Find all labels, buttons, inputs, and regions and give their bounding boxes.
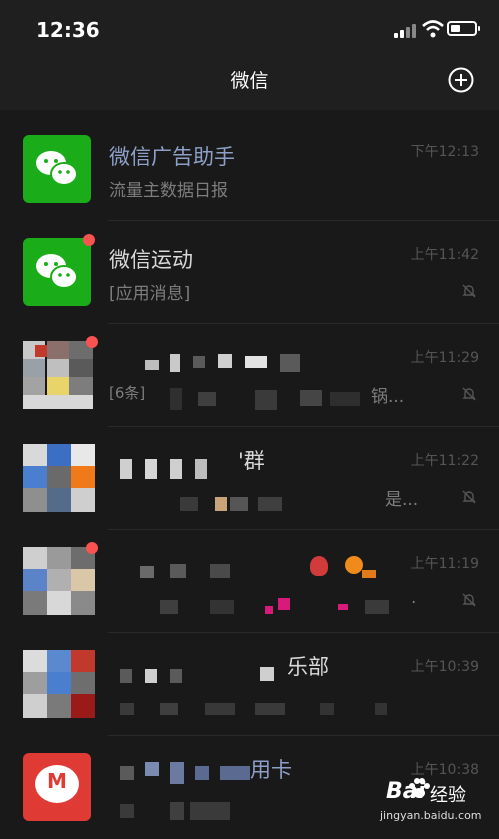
mute-bell-icon (462, 284, 476, 298)
watermark-logo-cn: 经验 (430, 785, 466, 806)
group-avatar (23, 341, 98, 411)
nav-bar: 微信 (0, 60, 499, 110)
mute-bell-icon (462, 387, 476, 401)
group-avatar (23, 650, 98, 720)
chat-name-fragment: 乐部 (287, 655, 329, 679)
chat-time: 上午11:22 (410, 453, 479, 469)
baidu-jingyan-watermark: Bai 经验 jingyan.baidu.com (370, 775, 495, 827)
add-button[interactable] (447, 66, 475, 94)
chat-time: 下午12:13 (410, 144, 479, 160)
chat-message: 流量主数据日报 (109, 181, 228, 201)
bank-logo-avatar: M (23, 753, 91, 821)
chat-message-tail: 是... (385, 490, 419, 510)
group-avatar (23, 547, 98, 617)
chat-time: 上午11:42 (410, 247, 479, 263)
battery-icon (447, 21, 480, 36)
chat-row-wechat-ad-assistant[interactable]: 微信广告助手 流量主数据日报 下午12:13 (0, 118, 499, 221)
chat-message: [应用消息] (109, 284, 191, 304)
chat-name: 微信广告助手 (109, 145, 235, 169)
chat-row-group-4[interactable]: 乐部 上午10:39 (0, 633, 499, 736)
group-avatar (23, 444, 98, 514)
status-time: 12:36 (36, 18, 100, 42)
status-bar: 12:36 (0, 0, 499, 60)
mute-bell-icon (462, 490, 476, 504)
chat-row-group-2[interactable]: '群 是... 上午11:22 (0, 427, 499, 530)
mute-bell-icon (462, 593, 476, 607)
chat-name-fragment: 用卡 (250, 758, 292, 782)
unread-dot (86, 542, 98, 554)
wifi-icon (422, 20, 444, 38)
chat-time: 上午11:19 (410, 556, 479, 572)
unread-dot (86, 336, 98, 348)
chat-message-tail: . (411, 588, 417, 608)
wechat-logo-icon (36, 151, 78, 186)
chat-time: 上午11:29 (410, 350, 479, 366)
chat-name-fragment: '群 (238, 449, 265, 473)
chat-name: 微信运动 (109, 248, 193, 272)
chat-message-tail: 锅... (371, 387, 405, 407)
unread-dot (83, 234, 95, 246)
watermark-logo: Bai (386, 779, 426, 804)
chat-row-wechat-sports[interactable]: 微信运动 [应用消息] 上午11:42 (0, 221, 499, 324)
chat-row-group-1[interactable]: [6条] 锅... 上午11:29 (0, 324, 499, 427)
chat-time: 上午10:39 (410, 659, 479, 675)
chat-message-fragment: [6条] (109, 384, 146, 402)
cellular-signal-icon (394, 22, 418, 38)
wechat-logo-avatar (23, 135, 91, 203)
wechat-logo-avatar (23, 238, 91, 306)
watermark-url: jingyan.baidu.com (380, 809, 482, 822)
page-title: 微信 (230, 70, 269, 92)
wechat-logo-icon (36, 254, 78, 289)
chat-list: 微信广告助手 流量主数据日报 下午12:13 微信运动 [应用消息] 上午11:… (0, 118, 499, 839)
chat-row-group-3[interactable]: . 上午11:19 (0, 530, 499, 633)
